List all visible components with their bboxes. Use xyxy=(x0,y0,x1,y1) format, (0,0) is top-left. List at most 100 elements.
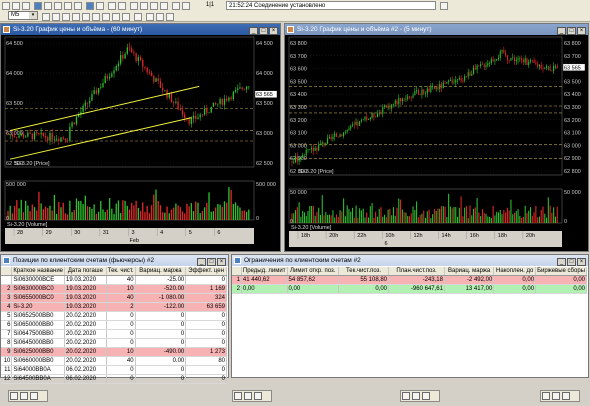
connect-icon[interactable] xyxy=(86,2,94,10)
minimize-icon[interactable]: _ xyxy=(197,258,206,266)
window-icon[interactable] xyxy=(422,392,430,400)
copy-icon[interactable] xyxy=(160,2,168,10)
window-icon[interactable] xyxy=(254,392,262,400)
window-icon[interactable] xyxy=(244,392,252,400)
limits-col-header[interactable]: Биржевые сборы xyxy=(535,267,587,276)
table-row[interactable]: 9 Si0625000BB0 20.02.2020 10 -490.00 1 273 xyxy=(1,347,227,357)
minimize-icon[interactable]: _ xyxy=(557,258,566,266)
fib-tool-icon[interactable] xyxy=(102,13,110,21)
close-icon[interactable]: × xyxy=(577,258,586,266)
table-row[interactable]: 8 Si0645000BB0 20.02.2020 0 0 0 xyxy=(1,338,227,348)
dropdown-icon[interactable] xyxy=(440,2,448,10)
window-icon[interactable] xyxy=(30,392,38,400)
limits-col-header[interactable] xyxy=(232,267,242,276)
limits-titlebar[interactable]: Ограничения по клиентским счетам #2 _ □ × xyxy=(232,255,588,266)
window-icon[interactable] xyxy=(562,392,570,400)
save-icon[interactable] xyxy=(22,2,30,10)
maximize-icon[interactable]: □ xyxy=(259,27,268,35)
open-icon[interactable] xyxy=(12,2,20,10)
chart-window-60min[interactable]: Si-3.20 График цены и объёма - (60 минут… xyxy=(0,23,281,252)
zoom-out-icon[interactable] xyxy=(156,13,164,21)
glass-icon[interactable] xyxy=(64,2,72,10)
channel-tool-icon[interactable] xyxy=(92,13,100,21)
candle-body xyxy=(239,87,241,89)
close-icon[interactable]: × xyxy=(577,27,586,35)
task-group-3[interactable] xyxy=(400,390,440,402)
eraser-icon[interactable] xyxy=(134,13,142,21)
fit-icon[interactable] xyxy=(166,13,174,21)
table-row[interactable]: 6 Si0650000BB0 20.02.2020 0 0 0 xyxy=(1,320,227,330)
crosshair-icon[interactable] xyxy=(52,13,60,21)
lock-icon[interactable] xyxy=(118,2,126,10)
limits-col-header[interactable]: План.чист.поз. xyxy=(388,267,445,276)
table-row[interactable]: 5 Si0652500BB0 20.02.2020 0 0 0 xyxy=(1,311,227,321)
limits-col-header[interactable]: Тек.чист.поз. xyxy=(338,267,390,276)
window-icon[interactable] xyxy=(234,392,242,400)
chart2-plot[interactable]: 63 80063 80063 70063 70063 60063 60063 5… xyxy=(285,35,588,251)
chart2-titlebar[interactable]: Si-3.20 График цены и объёма #2 - (5 мин… xyxy=(285,24,588,35)
table-row[interactable]: 3 Si0655000BC0 19.03.2020 40 -1 080.00 324 xyxy=(1,293,227,303)
positions-col-header[interactable] xyxy=(1,267,13,276)
help-icon[interactable] xyxy=(182,2,190,10)
disconnect-icon[interactable] xyxy=(96,2,104,10)
table-row[interactable]: 2 Si0630000BC0 19.03.2020 10 -520.00 1 169 xyxy=(1,284,227,294)
settings-icon[interactable] xyxy=(108,2,116,10)
window-icon[interactable] xyxy=(402,392,410,400)
table-row[interactable]: 11 Si64000BB0A 06.02.2020 0 0 0 xyxy=(1,365,227,375)
minimize-icon[interactable]: _ xyxy=(557,27,566,35)
task-group-1[interactable] xyxy=(8,390,48,402)
minimize-icon[interactable]: _ xyxy=(249,27,258,35)
window-icon[interactable] xyxy=(172,2,180,10)
positions-col-header[interactable]: Тек. чист. xyxy=(106,267,136,276)
table-row[interactable]: 12 Si64500BB0A 06.02.2020 0 0 0 xyxy=(1,374,227,384)
positions-col-header[interactable]: Дата погаше xyxy=(64,267,107,276)
limits-col-header[interactable]: Вариац. маржа xyxy=(444,267,495,276)
table-row[interactable]: 4 Si-3.20 19.03.2020 2 -122.00 63 659 xyxy=(1,302,227,312)
interval-select[interactable]: M5 ▾ xyxy=(8,11,38,20)
close-icon[interactable]: × xyxy=(269,27,278,35)
table-icon[interactable] xyxy=(44,2,52,10)
table-row[interactable]: 10 Si0660000BB0 20.02.2020 40 0.00 80 xyxy=(1,356,227,366)
table-row[interactable]: 2 0,00 0,00 0,00 -960 647,61 13 417,00 0,00 0,0… xyxy=(232,284,587,294)
table-row[interactable]: 1 41 440,62 54 857,62 55 108,80 -243,18 -2 49… xyxy=(232,275,587,285)
cursor-icon[interactable] xyxy=(42,13,50,21)
text-tool-icon[interactable] xyxy=(112,13,120,21)
positions-titlebar[interactable]: Позиции по клиентским счетам (фьючерсы) … xyxy=(1,255,228,266)
limits-col-header[interactable]: Предыд. лимит xyxy=(241,267,288,276)
limits-window[interactable]: Ограничения по клиентским счетам #2 _ □ × … xyxy=(231,254,589,378)
maximize-icon[interactable]: □ xyxy=(207,258,216,266)
zoom-icon[interactable] xyxy=(62,13,70,21)
window-icon[interactable] xyxy=(20,392,28,400)
print-icon[interactable] xyxy=(150,2,158,10)
maximize-icon[interactable]: □ xyxy=(567,258,576,266)
window-icon[interactable] xyxy=(552,392,560,400)
zoom-in-icon[interactable] xyxy=(146,13,154,21)
positions-col-header[interactable]: Эффект. цен xyxy=(185,267,227,276)
filter-icon[interactable] xyxy=(140,2,148,10)
news-icon[interactable] xyxy=(74,2,82,10)
order-icon[interactable] xyxy=(34,2,42,10)
window-icon[interactable] xyxy=(542,392,550,400)
task-group-4[interactable] xyxy=(540,390,580,402)
limits-col-header[interactable]: Накоплен. до xyxy=(493,267,537,276)
limits-col-header[interactable]: Лимит откр. поз. xyxy=(287,267,339,276)
chart-window-5min[interactable]: Si-3.20 График цены и объёма #2 - (5 мин… xyxy=(284,23,589,252)
close-icon[interactable]: × xyxy=(217,258,226,266)
table-row[interactable]: Si0630000ВСЕ 19.03.2020 40 -25.00 0 xyxy=(1,275,227,285)
window-icon[interactable] xyxy=(10,392,18,400)
chart-icon[interactable] xyxy=(54,2,62,10)
chart1-titlebar[interactable]: Si-3.20 График цены и объёма - (60 минут… xyxy=(1,24,280,35)
chart1-plot[interactable]: 64 50064 50064 00064 00063 50063 50063 0… xyxy=(1,35,280,251)
task-group-2[interactable] xyxy=(232,390,272,402)
table-row[interactable]: 7 Si0647500BB0 20.02.2020 0 0 0 xyxy=(1,329,227,339)
positions-col-header[interactable]: Вариац. маржа xyxy=(135,267,187,276)
maximize-icon[interactable]: □ xyxy=(567,27,576,35)
window-icon[interactable] xyxy=(412,392,420,400)
arrow-tool-icon[interactable] xyxy=(122,13,130,21)
positions-col-header[interactable]: Краткое название xyxy=(11,267,66,276)
new-icon[interactable] xyxy=(2,2,10,10)
line-tool-icon[interactable] xyxy=(72,13,80,21)
hline-tool-icon[interactable] xyxy=(82,13,90,21)
positions-window[interactable]: Позиции по клиентским счетам (фьючерсы) … xyxy=(0,254,229,384)
alert-icon[interactable] xyxy=(130,2,138,10)
